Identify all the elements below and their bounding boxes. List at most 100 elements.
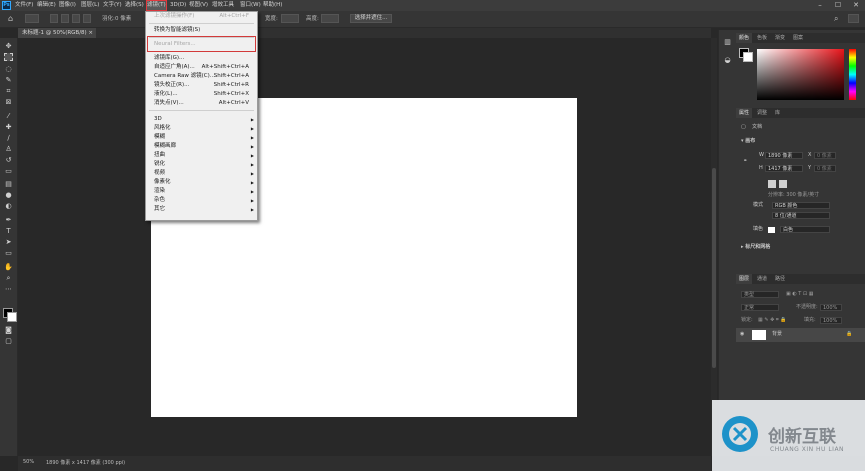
color-mode-select[interactable]: RGB 颜色 (772, 202, 830, 209)
menu-item-noise[interactable]: 杂色 ▶ (146, 196, 257, 205)
rectangle-tool-icon[interactable]: ▭ (4, 249, 13, 257)
canvas-y-field[interactable]: 0 像素 (814, 165, 836, 172)
landscape-orientation-icon[interactable] (779, 180, 787, 188)
fill-select[interactable]: 白色 (780, 226, 830, 233)
menu-view[interactable]: 视图(V) (189, 1, 208, 10)
menu-item-convert-smart-filter[interactable]: 转换为智能滤镜(S) (146, 26, 257, 35)
link-icon[interactable]: ⚭ (743, 158, 747, 165)
healing-brush-tool-icon[interactable]: ✚ (4, 123, 13, 131)
layer-name[interactable]: 背景 (772, 331, 782, 338)
width-input[interactable] (281, 14, 299, 23)
lock-icons[interactable]: ▦ ✎ ✥ ⌗ 🔒 (758, 317, 787, 324)
menu-item-liquify[interactable]: 液化(L)... Shift+Ctrl+X (146, 90, 257, 99)
hue-slider[interactable] (849, 49, 856, 100)
vertical-scrollbar[interactable] (711, 38, 717, 456)
tab-patterns[interactable]: 图案 (790, 33, 806, 43)
zoom-level[interactable]: 50% (23, 459, 34, 465)
menu-item-lens-correction[interactable]: 镜头校正(R)... Shift+Ctrl+R (146, 81, 257, 90)
menu-item-filter-gallery[interactable]: 滤镜库(G)... (146, 54, 257, 63)
menu-3d[interactable]: 3D(D) (170, 1, 186, 10)
menu-plugins[interactable]: 增效工具 (212, 1, 234, 10)
menu-layer[interactable]: 图层(L) (81, 1, 99, 10)
edit-toolbar-icon[interactable]: ⋯ (4, 285, 13, 293)
dodge-tool-icon[interactable]: ◐ (4, 202, 13, 210)
close-icon[interactable]: ✕ (847, 0, 865, 11)
layer-row[interactable]: ◉ 背景 🔒 (736, 328, 865, 342)
move-tool-icon[interactable]: ✥ (4, 42, 13, 50)
crop-tool-icon[interactable]: ⌗ (4, 87, 13, 95)
pen-tool-icon[interactable]: ✒ (4, 216, 13, 224)
menu-item-sharpen[interactable]: 锐化 ▶ (146, 160, 257, 169)
frame-tool-icon[interactable]: ⊠ (4, 98, 13, 106)
path-select-tool-icon[interactable]: ➤ (4, 238, 13, 246)
home-icon[interactable]: ⌂ (8, 14, 13, 24)
zoom-tool-icon[interactable]: ⌕ (4, 274, 13, 282)
adjust-panel-icon[interactable]: ◒ (723, 56, 732, 64)
maximize-icon[interactable]: ☐ (829, 0, 847, 11)
tab-gradients[interactable]: 渐变 (772, 33, 788, 43)
lasso-tool-icon[interactable]: ◌ (4, 65, 13, 73)
add-selection-icon[interactable] (61, 14, 69, 23)
bit-depth-select[interactable]: 8 位/通道 (772, 212, 830, 219)
tab-adjustments[interactable]: 调整 (754, 108, 770, 118)
hand-tool-icon[interactable]: ✋ (4, 263, 13, 271)
menu-item-vanishing-point[interactable]: 消失点(V)... Alt+Ctrl+V (146, 99, 257, 108)
gradient-tool-icon[interactable]: ▤ (4, 180, 13, 188)
background-color-swatch[interactable] (7, 312, 17, 322)
color-background-swatch[interactable] (743, 52, 753, 62)
tab-color[interactable]: 颜色 (736, 33, 753, 43)
document-info[interactable]: 1890 像素 x 1417 像素 (300 ppi) (46, 459, 125, 466)
tab-swatches[interactable]: 色板 (754, 33, 770, 43)
canvas-x-field[interactable]: 0 像素 (814, 152, 836, 159)
document-tab[interactable]: 未标题-1 @ 50%(RGB/8) × (18, 28, 96, 38)
eyedropper-tool-icon[interactable]: ⁄ (4, 112, 13, 120)
opacity-field[interactable]: 100% (820, 304, 842, 311)
blur-tool-icon[interactable]: ● (4, 191, 13, 199)
menu-edit[interactable]: 编辑(E) (37, 1, 56, 10)
rect-marquee-tool-icon[interactable] (4, 53, 13, 61)
history-panel-icon[interactable]: ▥ (723, 38, 732, 46)
menu-item-blur[interactable]: 模糊 ▶ (146, 133, 257, 142)
intersect-selection-icon[interactable] (83, 14, 91, 23)
tab-channels[interactable]: 通道 (754, 274, 770, 284)
tab-properties[interactable]: 属性 (736, 108, 753, 118)
select-and-mask-button[interactable]: 选择并遮住... (350, 14, 392, 23)
menu-item-camera-raw[interactable]: Camera Raw 滤镜(C)... Shift+Ctrl+A (146, 72, 257, 81)
menu-item-render[interactable]: 渲染 ▶ (146, 187, 257, 196)
tab-paths[interactable]: 路径 (772, 274, 788, 284)
portrait-orientation-icon[interactable] (768, 180, 776, 188)
color-picker-field[interactable] (757, 49, 844, 100)
brush-tool-icon[interactable]: ∕ (4, 134, 13, 142)
menu-filter[interactable]: 滤镜(T) (146, 0, 167, 11)
fill-color-swatch[interactable] (768, 227, 775, 233)
menu-item-video[interactable]: 视频 ▶ (146, 169, 257, 178)
menu-select[interactable]: 选择(S) (125, 1, 144, 10)
menu-image[interactable]: 图像(I) (59, 1, 76, 10)
layer-filter-icons[interactable]: ▣ ◐ T ⊡ ▦ (786, 291, 813, 298)
canvas-section-header[interactable]: ▾ 画布 (741, 138, 755, 145)
canvas-height-field[interactable]: 1417 像素 (765, 165, 803, 172)
workspace-icon[interactable] (848, 14, 859, 23)
layer-visibility-icon[interactable]: ◉ (740, 331, 744, 338)
history-brush-tool-icon[interactable]: ↺ (4, 156, 13, 164)
menu-item-pixelate[interactable]: 像素化 ▶ (146, 178, 257, 187)
menu-window[interactable]: 窗口(W) (240, 1, 261, 10)
menu-item-adaptive-wide-angle[interactable]: 自适应广角(A)... Alt+Shift+Ctrl+A (146, 63, 257, 72)
menu-file[interactable]: 文件(F) (15, 1, 33, 10)
clone-stamp-tool-icon[interactable]: ♙ (4, 145, 13, 153)
screen-mode-icon[interactable]: ▢ (4, 337, 13, 345)
type-tool-icon[interactable]: T (4, 227, 13, 235)
fill-opacity-field[interactable]: 100% (820, 317, 842, 324)
menu-item-3d[interactable]: 3D ▶ (146, 115, 257, 124)
close-tab-icon[interactable]: × (88, 28, 93, 38)
feather-value[interactable]: 0 像素 (115, 14, 131, 24)
quick-mask-icon[interactable]: ◙ (4, 326, 13, 334)
scrollbar-thumb[interactable] (712, 168, 716, 368)
new-selection-icon[interactable] (50, 14, 58, 23)
tab-libraries[interactable]: 库 (772, 108, 783, 118)
menu-item-blur-gallery[interactable]: 模糊画廊 ▶ (146, 142, 257, 151)
subtract-selection-icon[interactable] (72, 14, 80, 23)
rulers-section-header[interactable]: ▸ 标尺和网格 (741, 244, 770, 251)
search-icon[interactable]: ⌕ (834, 14, 838, 24)
layer-filter-select[interactable]: 类型 (741, 291, 779, 298)
